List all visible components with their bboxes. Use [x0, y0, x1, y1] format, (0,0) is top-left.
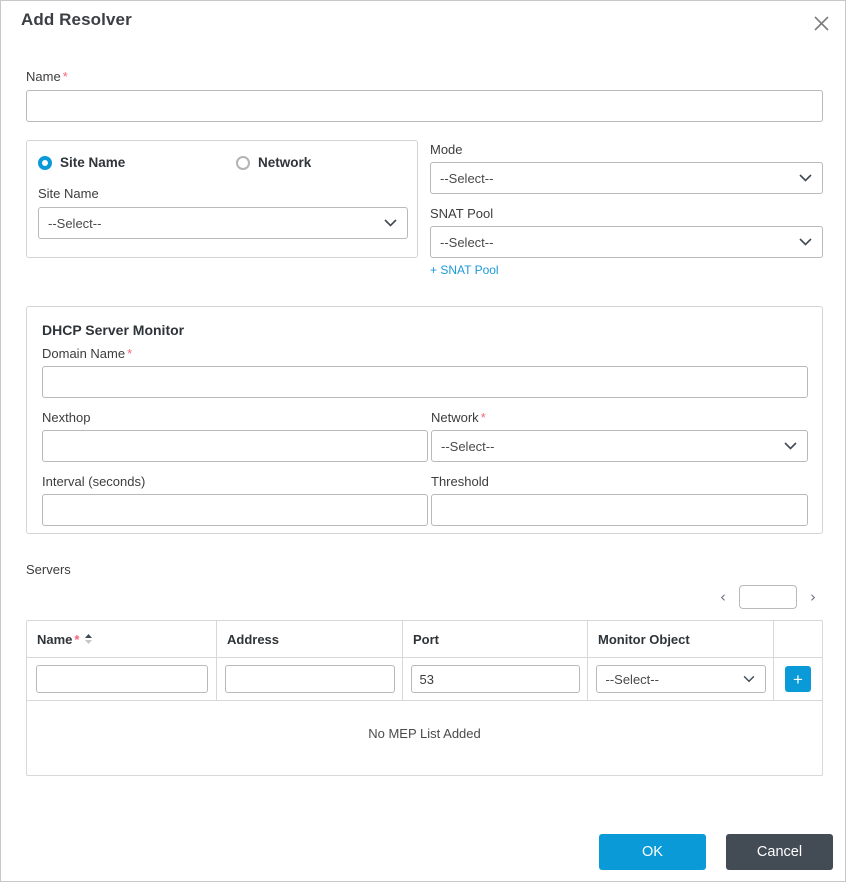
cell-actions: + [774, 658, 822, 700]
dhcp-server-monitor-panel: DHCP Server Monitor Domain Name * Nexthop… [26, 306, 823, 534]
threshold-input[interactable] [431, 494, 808, 526]
mode-select-value: --Select-- [440, 170, 494, 186]
chevron-left-icon[interactable]: ‹ [714, 588, 732, 606]
snat-pool-label: SNAT Pool [430, 206, 494, 221]
name-label: Name * [26, 69, 68, 84]
domain-name-label: Domain Name * [42, 346, 133, 361]
mode-select[interactable]: --Select-- [430, 162, 823, 194]
server-monitor-object-select[interactable]: --Select-- [595, 665, 766, 693]
table-header-row: Name * Address Port Monitor Object [27, 621, 822, 658]
server-port-input[interactable] [410, 665, 580, 693]
network-required-mark: * [480, 410, 486, 425]
chevron-down-icon [743, 675, 755, 683]
radio-network-indicator[interactable] [236, 155, 250, 170]
servers-table: Name * Address Port Monitor Object 53 --… [26, 620, 823, 776]
column-header-name[interactable]: Name * [27, 621, 217, 657]
network-label: Network * [431, 410, 486, 425]
radio-site-name-label[interactable]: Site Name [60, 155, 125, 170]
cell-monitor-object: --Select-- [588, 658, 774, 700]
close-icon[interactable] [805, 7, 837, 39]
add-resolver-dialog: Add Resolver Name * Site Name Network Sit… [0, 0, 846, 882]
chevron-down-icon [799, 174, 812, 183]
radio-network[interactable]: Network [236, 155, 311, 170]
snat-pool-select[interactable]: --Select-- [430, 226, 823, 258]
column-header-port: Port [403, 621, 588, 657]
target-selection-panel: Site Name Network Site Name --Select-- [26, 140, 418, 258]
chevron-right-icon[interactable]: › [804, 588, 822, 606]
chevron-down-icon [784, 442, 797, 451]
ok-button[interactable]: OK [599, 834, 706, 870]
cell-address [217, 658, 403, 700]
chevron-down-icon [799, 238, 812, 247]
servers-label: Servers [26, 562, 71, 577]
interval-input[interactable] [42, 494, 428, 526]
radio-site-name[interactable]: Site Name [38, 155, 125, 170]
sort-icon[interactable] [84, 633, 93, 645]
page-title: Add Resolver [21, 10, 132, 29]
server-monitor-object-value: --Select-- [605, 671, 659, 687]
servers-empty-message: No MEP List Added [368, 725, 481, 741]
radio-network-label[interactable]: Network [258, 155, 311, 170]
network-select[interactable]: --Select-- [431, 430, 808, 462]
column-header-actions [774, 621, 822, 657]
cancel-button[interactable]: Cancel [726, 834, 833, 870]
name-input[interactable] [26, 90, 823, 122]
cell-port [403, 658, 588, 700]
table-row: --Select-- + [27, 658, 822, 701]
column-header-address: Address [217, 621, 403, 657]
server-address-input[interactable] [224, 665, 395, 693]
domain-name-required-mark: * [127, 346, 133, 361]
name-column-required-mark: * [74, 631, 80, 647]
add-snat-pool-link[interactable]: + SNAT Pool [430, 263, 499, 277]
dialog-header: Add Resolver [1, 1, 845, 45]
cell-name [27, 658, 217, 700]
threshold-label: Threshold [431, 474, 489, 489]
site-name-select-value: --Select-- [48, 215, 102, 231]
page-number-input[interactable] [739, 585, 797, 609]
interval-label: Interval (seconds) [42, 474, 146, 489]
column-header-monitor-object: Monitor Object [588, 621, 774, 657]
radio-site-name-indicator[interactable] [38, 155, 52, 170]
nexthop-input[interactable] [42, 430, 428, 462]
snat-pool-select-value: --Select-- [440, 234, 494, 250]
domain-name-input[interactable] [42, 366, 808, 398]
server-name-input[interactable] [35, 665, 208, 693]
name-required-mark: * [62, 69, 68, 84]
network-select-value: --Select-- [441, 438, 495, 454]
add-server-button[interactable]: + [785, 666, 811, 692]
servers-pager: ‹ › [714, 585, 822, 609]
dhcp-monitor-title: DHCP Server Monitor [42, 322, 185, 338]
mode-label: Mode [430, 142, 463, 157]
site-name-select[interactable]: --Select-- [38, 207, 408, 239]
chevron-down-icon [384, 219, 397, 228]
nexthop-label: Nexthop [42, 410, 91, 425]
site-name-label: Site Name [38, 186, 99, 201]
